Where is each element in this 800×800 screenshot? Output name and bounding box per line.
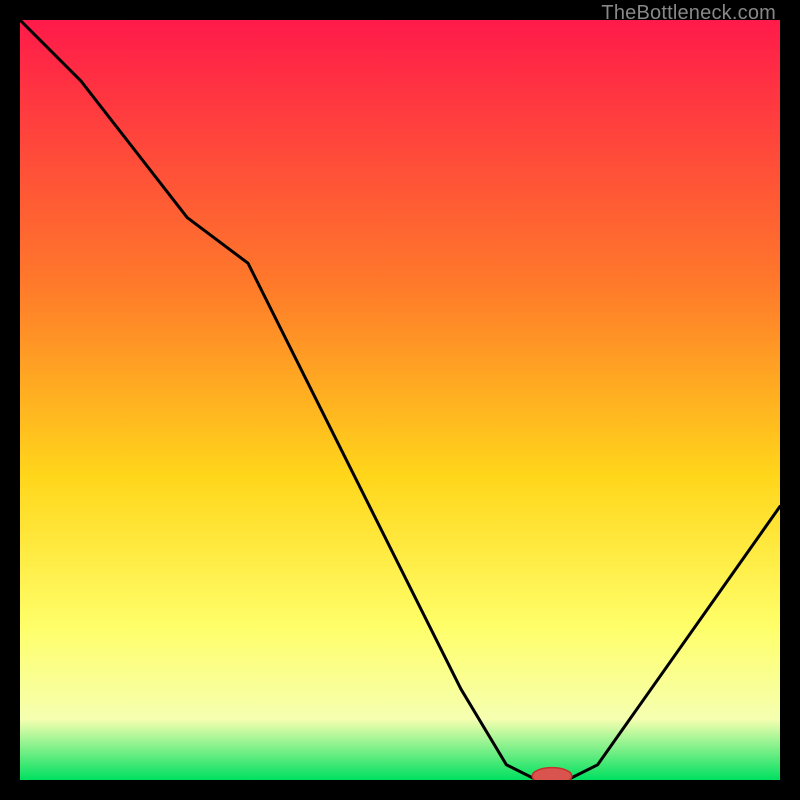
bottleneck-chart [20,20,780,780]
optimum-marker [532,768,572,780]
watermark-text: TheBottleneck.com [601,2,776,25]
chart-frame [20,20,780,780]
